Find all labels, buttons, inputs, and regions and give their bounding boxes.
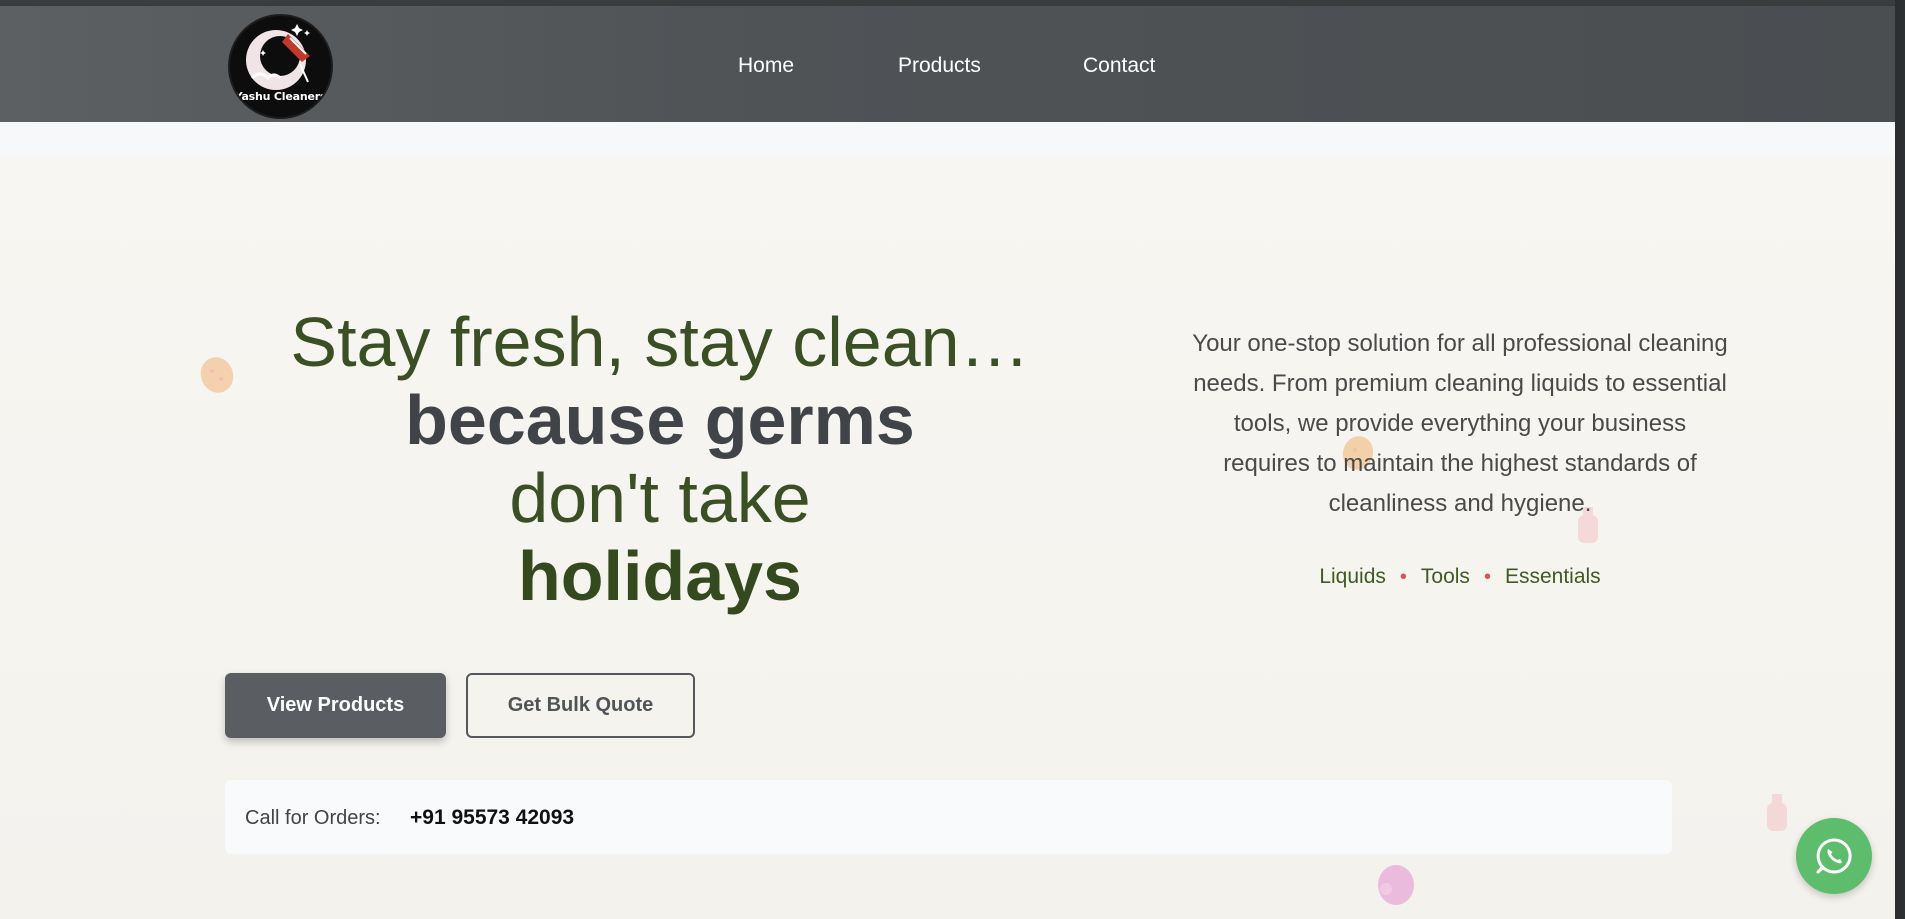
page: Yashu Cleaners Home Products Contact Sta…	[0, 0, 1900, 919]
headline-line-1: Stay fresh, stay clean…	[290, 303, 1030, 381]
whatsapp-button[interactable]	[1796, 818, 1872, 894]
nav-home[interactable]: Home	[738, 54, 794, 78]
headline-line-3: don't take	[509, 459, 811, 537]
nav-products[interactable]: Products	[898, 54, 981, 78]
header-spacer	[0, 122, 1900, 157]
tag-tools: Tools	[1420, 565, 1470, 588]
nav-contact[interactable]: Contact	[1083, 54, 1155, 78]
headline-line-2: because germs	[405, 381, 915, 459]
tag-liquids: Liquids	[1319, 565, 1386, 588]
spray-bottle-icon	[1767, 794, 1787, 831]
category-tags: Liquids • Tools • Essentials	[1190, 565, 1730, 589]
whatsapp-icon	[1816, 838, 1852, 874]
hero-headline: Stay fresh, stay clean… because germs do…	[240, 303, 1080, 615]
logo-text: Yashu Cleaners	[234, 90, 327, 103]
view-products-button[interactable]: View Products	[225, 673, 446, 738]
get-bulk-quote-button[interactable]: Get Bulk Quote	[466, 673, 695, 738]
headline-line-4: holidays	[518, 537, 802, 615]
logo[interactable]: Yashu Cleaners	[228, 14, 333, 119]
window-edge	[1895, 0, 1900, 919]
hero-description: Your one-stop solution for all professio…	[1192, 330, 1728, 517]
tag-separator-icon: •	[1399, 566, 1407, 588]
sponge-icon	[200, 357, 234, 393]
tag-essentials: Essentials	[1504, 565, 1601, 588]
bubble-sponge-icon	[1378, 865, 1414, 905]
call-label: Call for Orders:	[245, 807, 381, 829]
call-for-orders-box: Call for Orders: +91 95573 42093	[225, 780, 1672, 854]
phone-number-link[interactable]: +91 95573 42093	[410, 806, 574, 830]
navbar: Yashu Cleaners Home Products Contact	[0, 6, 1900, 122]
tag-separator-icon: •	[1483, 566, 1491, 588]
